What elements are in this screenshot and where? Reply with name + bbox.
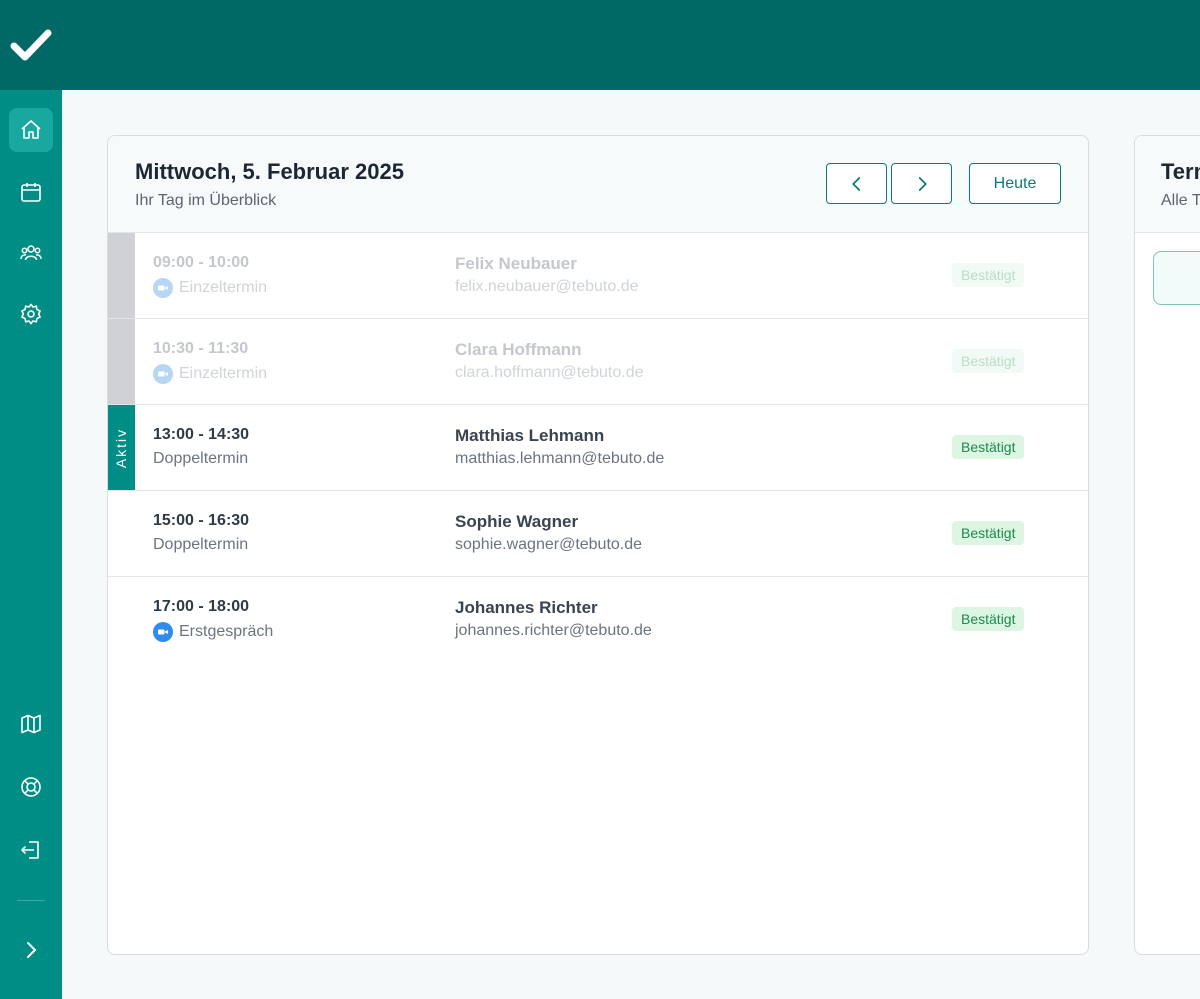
appointments-card-title: Term: [1161, 159, 1200, 184]
appointment-type: Einzeltermin: [153, 278, 267, 298]
appointments-card-field[interactable]: [1153, 251, 1200, 305]
sidebar-item-calendar[interactable]: [9, 170, 53, 214]
appointment-time: 15:00 - 16:30: [153, 512, 250, 529]
status-badge: Bestätigt: [952, 349, 1025, 373]
appointments-card-subtitle: Alle T: [1161, 192, 1200, 209]
page-title: Mittwoch, 5. Februar 2025: [135, 159, 404, 184]
active-indicator: Aktiv: [108, 405, 135, 490]
appointment-type-label: Einzeltermin: [179, 365, 268, 382]
appointment-time: 13:00 - 14:30: [153, 426, 250, 443]
client-email: matthias.lehmann@tebuto.de: [455, 450, 665, 467]
chevron-left-icon: [851, 176, 860, 191]
appointment-type: Doppeltermin: [153, 536, 248, 554]
page-subtitle: Ihr Tag im Überblick: [135, 192, 277, 209]
client-name: Sophie Wagner: [455, 512, 579, 531]
video-call-icon: [153, 364, 173, 384]
appointment-type-label: Erstgespräch: [179, 623, 274, 640]
client-name: Clara Hoffmann: [455, 340, 582, 359]
appointment-time: 17:00 - 18:00: [153, 598, 250, 615]
calendar-icon: [21, 183, 41, 202]
appointment-row[interactable]: 17:00 - 18:00 Erstgespräch Johannes Rich…: [108, 577, 1088, 663]
sidebar-divider: [17, 900, 45, 901]
status-bar: [108, 319, 135, 404]
day-overview-header: Mittwoch, 5. Februar 2025 Ihr Tag im Übe…: [108, 136, 1088, 233]
client-email: johannes.richter@tebuto.de: [455, 622, 652, 639]
check-icon[interactable]: [10, 26, 52, 64]
day-overview-card: Mittwoch, 5. Februar 2025 Ihr Tag im Übe…: [107, 135, 1089, 955]
top-bar: [0, 0, 1200, 90]
video-call-icon: [153, 278, 173, 298]
status-badge: Bestätigt: [952, 521, 1025, 545]
client-name: Johannes Richter: [455, 598, 598, 617]
sidebar-item-help[interactable]: [9, 765, 53, 809]
sidebar-item-home[interactable]: [9, 108, 53, 152]
status-badge: Bestätigt: [952, 435, 1025, 459]
sidebar-item-map[interactable]: [9, 702, 53, 746]
home-icon: [21, 120, 41, 139]
appointment-type-label: Doppeltermin: [153, 450, 249, 467]
today-button[interactable]: Heute: [969, 163, 1061, 204]
sidebar-expand-button[interactable]: [9, 928, 53, 972]
appointment-list: 09:00 - 10:00 Einzeltermin Felix Neubaue…: [108, 233, 1088, 663]
appointment-time: 10:30 - 11:30: [153, 340, 249, 357]
client-email: sophie.wagner@tebuto.de: [455, 536, 643, 553]
appointment-type-label: Doppeltermin: [153, 536, 249, 553]
chevron-right-icon: [27, 942, 37, 958]
status-badge: Bestätigt: [952, 263, 1025, 287]
appointment-row[interactable]: Aktiv 13:00 - 14:30 Doppeltermin Matthia…: [108, 405, 1088, 491]
appointment-row[interactable]: 15:00 - 16:30 Doppeltermin Sophie Wagner…: [108, 491, 1088, 577]
next-day-button[interactable]: [891, 163, 952, 204]
sidebar-item-users[interactable]: [9, 231, 53, 275]
active-label: Aktiv: [113, 427, 130, 468]
status-bar: [108, 233, 135, 318]
client-name: Matthias Lehmann: [455, 426, 605, 445]
map-icon: [21, 714, 41, 734]
appointment-type: Erstgespräch: [153, 622, 273, 642]
chevron-right-icon: [918, 176, 927, 191]
appointment-row[interactable]: 10:30 - 11:30 Einzeltermin Clara Hoffman…: [108, 319, 1088, 405]
appointments-card-header: Term Alle T: [1135, 136, 1200, 233]
logout-icon: [21, 841, 39, 859]
lifebuoy-icon: [21, 777, 41, 797]
appointments-card: Term Alle T: [1134, 135, 1200, 955]
gear-icon: [20, 303, 42, 325]
video-call-icon: [153, 622, 173, 642]
status-badge: Bestätigt: [952, 607, 1025, 631]
users-icon: [20, 245, 42, 261]
client-email: clara.hoffmann@tebuto.de: [455, 364, 644, 381]
appointment-time: 09:00 - 10:00: [153, 254, 250, 271]
appointment-type-label: Einzeltermin: [179, 279, 268, 296]
sidebar-item-settings[interactable]: [9, 292, 53, 336]
appointment-type: Einzeltermin: [153, 364, 267, 384]
previous-day-button[interactable]: [826, 163, 887, 204]
sidebar: [0, 90, 62, 999]
appointment-type: Doppeltermin: [153, 450, 248, 468]
client-email: felix.neubauer@tebuto.de: [455, 278, 639, 295]
appointment-row[interactable]: 09:00 - 10:00 Einzeltermin Felix Neubaue…: [108, 233, 1088, 319]
client-name: Felix Neubauer: [455, 254, 577, 273]
sidebar-item-logout[interactable]: [9, 828, 53, 872]
